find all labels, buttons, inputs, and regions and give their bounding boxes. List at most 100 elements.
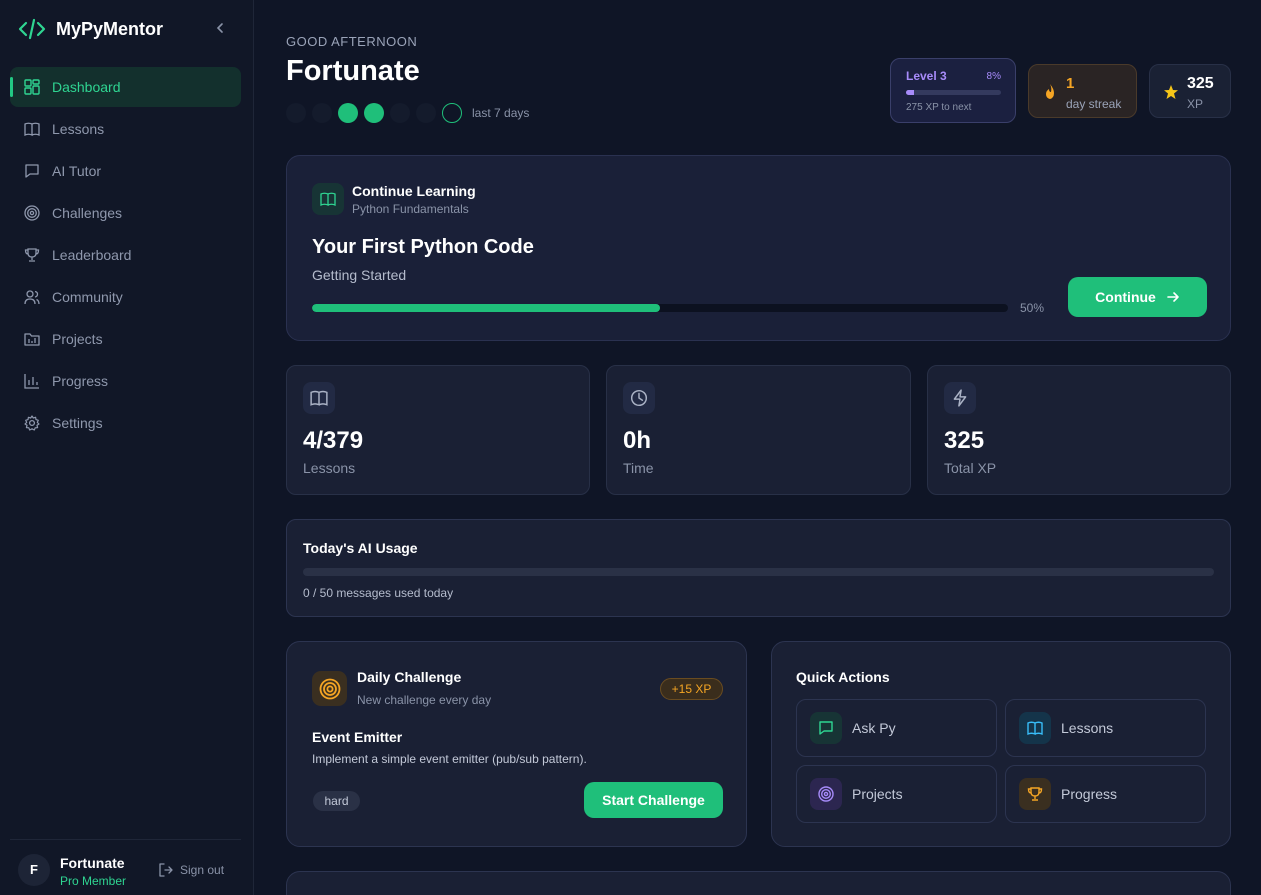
sidebar-item-label: Progress	[52, 373, 109, 389]
stat-value: 4/379	[303, 427, 364, 454]
sidebar-item-progress[interactable]: Progress	[10, 361, 241, 401]
difficulty-badge: hard	[313, 791, 360, 811]
quick-action-label: Lessons	[1061, 720, 1114, 736]
ai-usage-card: Today's AI Usage 0 / 50 messages used to…	[286, 519, 1231, 617]
user-name: Fortunate	[60, 855, 125, 871]
sidebar-nav: Dashboard Lessons AI Tutor Challenges Le…	[10, 67, 241, 445]
day-dot	[286, 103, 306, 123]
lesson-progress-bar	[312, 304, 1008, 312]
ai-usage-text: 0 / 50 messages used today	[303, 586, 454, 600]
chat-icon	[819, 721, 833, 735]
level-progress-bar	[906, 90, 1001, 95]
lesson-icon-wrap	[312, 183, 344, 215]
sidebar-item-label: Lessons	[52, 121, 105, 137]
stat-value: 0h	[623, 427, 652, 454]
daily-challenge-title: Daily Challenge	[357, 669, 462, 685]
streak-label: day streak	[1066, 97, 1122, 111]
week-label: last 7 days	[472, 106, 530, 120]
flame-icon	[1046, 84, 1054, 99]
level-card[interactable]: Level 3 8% 275 XP to next	[890, 58, 1016, 123]
sidebar-item-challenges[interactable]: Challenges	[10, 193, 241, 233]
brand-name: MyPyMentor	[56, 18, 164, 39]
daily-challenge-subtitle: New challenge every day	[357, 693, 492, 707]
challenge-name: Event Emitter	[312, 729, 403, 745]
lesson-progress-percent: 50%	[1020, 301, 1045, 315]
trophy-icon	[1027, 787, 1043, 801]
quick-action-icon-wrap	[1019, 712, 1051, 744]
sidebar-item-label: AI Tutor	[52, 163, 102, 179]
quick-action-label: Progress	[1061, 786, 1118, 802]
user-panel: F Fortunate Pro Member Sign out	[10, 839, 241, 895]
quick-action-ask-py[interactable]: Ask Py	[796, 699, 997, 757]
brand[interactable]: MyPyMentor	[18, 16, 163, 42]
sidebar-item-ai-tutor[interactable]: AI Tutor	[10, 151, 241, 191]
sign-out-button[interactable]: Sign out	[158, 862, 224, 878]
streak-card[interactable]: 1 day streak	[1028, 64, 1137, 118]
collapse-sidebar-button[interactable]	[212, 20, 228, 36]
sidebar-item-dashboard[interactable]: Dashboard	[10, 67, 241, 107]
streak-count: 1	[1066, 75, 1075, 92]
lesson-section: Getting Started	[312, 267, 407, 283]
weekly-activity: last 7 days	[286, 103, 529, 123]
sign-out-label: Sign out	[180, 863, 225, 877]
daily-challenge-card: Daily Challenge New challenge every day …	[286, 641, 747, 847]
start-challenge-button[interactable]: Start Challenge	[584, 782, 723, 818]
sidebar-item-lessons[interactable]: Lessons	[10, 109, 241, 149]
quick-action-progress[interactable]: Progress	[1005, 765, 1206, 823]
quick-action-projects[interactable]: Projects	[796, 765, 997, 823]
stat-icon-wrap	[944, 382, 976, 414]
sidebar-item-label: Leaderboard	[52, 247, 132, 263]
book-icon	[24, 122, 40, 136]
day-dot	[442, 103, 462, 123]
day-dot	[390, 103, 410, 123]
challenge-icon-wrap	[312, 671, 347, 706]
sidebar-item-label: Dashboard	[52, 79, 121, 95]
sidebar-item-leaderboard[interactable]: Leaderboard	[10, 235, 241, 275]
book-icon	[310, 390, 328, 406]
xp-card[interactable]: 325 XP	[1149, 64, 1231, 118]
gear-icon	[24, 415, 40, 431]
target-icon	[818, 786, 834, 802]
sidebar-item-projects[interactable]: Projects	[10, 319, 241, 359]
quick-actions-title: Quick Actions	[796, 669, 890, 685]
quick-action-label: Ask Py	[852, 720, 896, 736]
stat-value: 325	[944, 427, 985, 454]
stat-icon-wrap	[303, 382, 335, 414]
code-icon	[18, 18, 46, 40]
day-dot	[364, 103, 384, 123]
avatar[interactable]: F	[18, 854, 50, 886]
book-icon	[1027, 721, 1043, 736]
day-dot	[338, 103, 358, 123]
folder-icon	[24, 333, 40, 346]
stat-icon-wrap	[623, 382, 655, 414]
trophy-icon	[24, 248, 40, 262]
sidebar-item-community[interactable]: Community	[10, 277, 241, 317]
dashboard-icon	[24, 79, 40, 95]
continue-button[interactable]: Continue	[1068, 277, 1207, 317]
ai-usage-bar	[303, 568, 1214, 576]
day-dot	[416, 103, 436, 123]
stat-label: Lessons	[303, 460, 356, 476]
chevron-left-icon	[216, 23, 223, 33]
xp-label: XP	[1187, 97, 1204, 111]
continue-learning-card: Continue Learning Python Fundamentals Yo…	[286, 155, 1231, 341]
sidebar-item-label: Projects	[52, 331, 103, 347]
continue-button-label: Continue	[1095, 289, 1156, 305]
users-icon	[24, 290, 40, 305]
book-icon	[320, 192, 336, 206]
clock-icon	[630, 389, 648, 407]
lesson-title: Your First Python Code	[312, 236, 534, 258]
quick-action-lessons[interactable]: Lessons	[1005, 699, 1206, 757]
arrow-right-icon	[1167, 292, 1179, 302]
quick-action-icon-wrap	[810, 778, 842, 810]
level-progress-fill	[906, 90, 914, 95]
sidebar-item-settings[interactable]: Settings	[10, 403, 241, 443]
target-icon	[319, 678, 340, 699]
stat-label: Total XP	[944, 460, 997, 476]
stat-card-total-xp: 325 Total XP	[927, 365, 1231, 495]
bolt-icon	[953, 389, 967, 407]
next-section-card	[286, 871, 1231, 895]
sidebar-item-label: Challenges	[52, 205, 123, 221]
quick-action-icon-wrap	[810, 712, 842, 744]
continue-learning-title: Continue Learning	[352, 183, 476, 199]
